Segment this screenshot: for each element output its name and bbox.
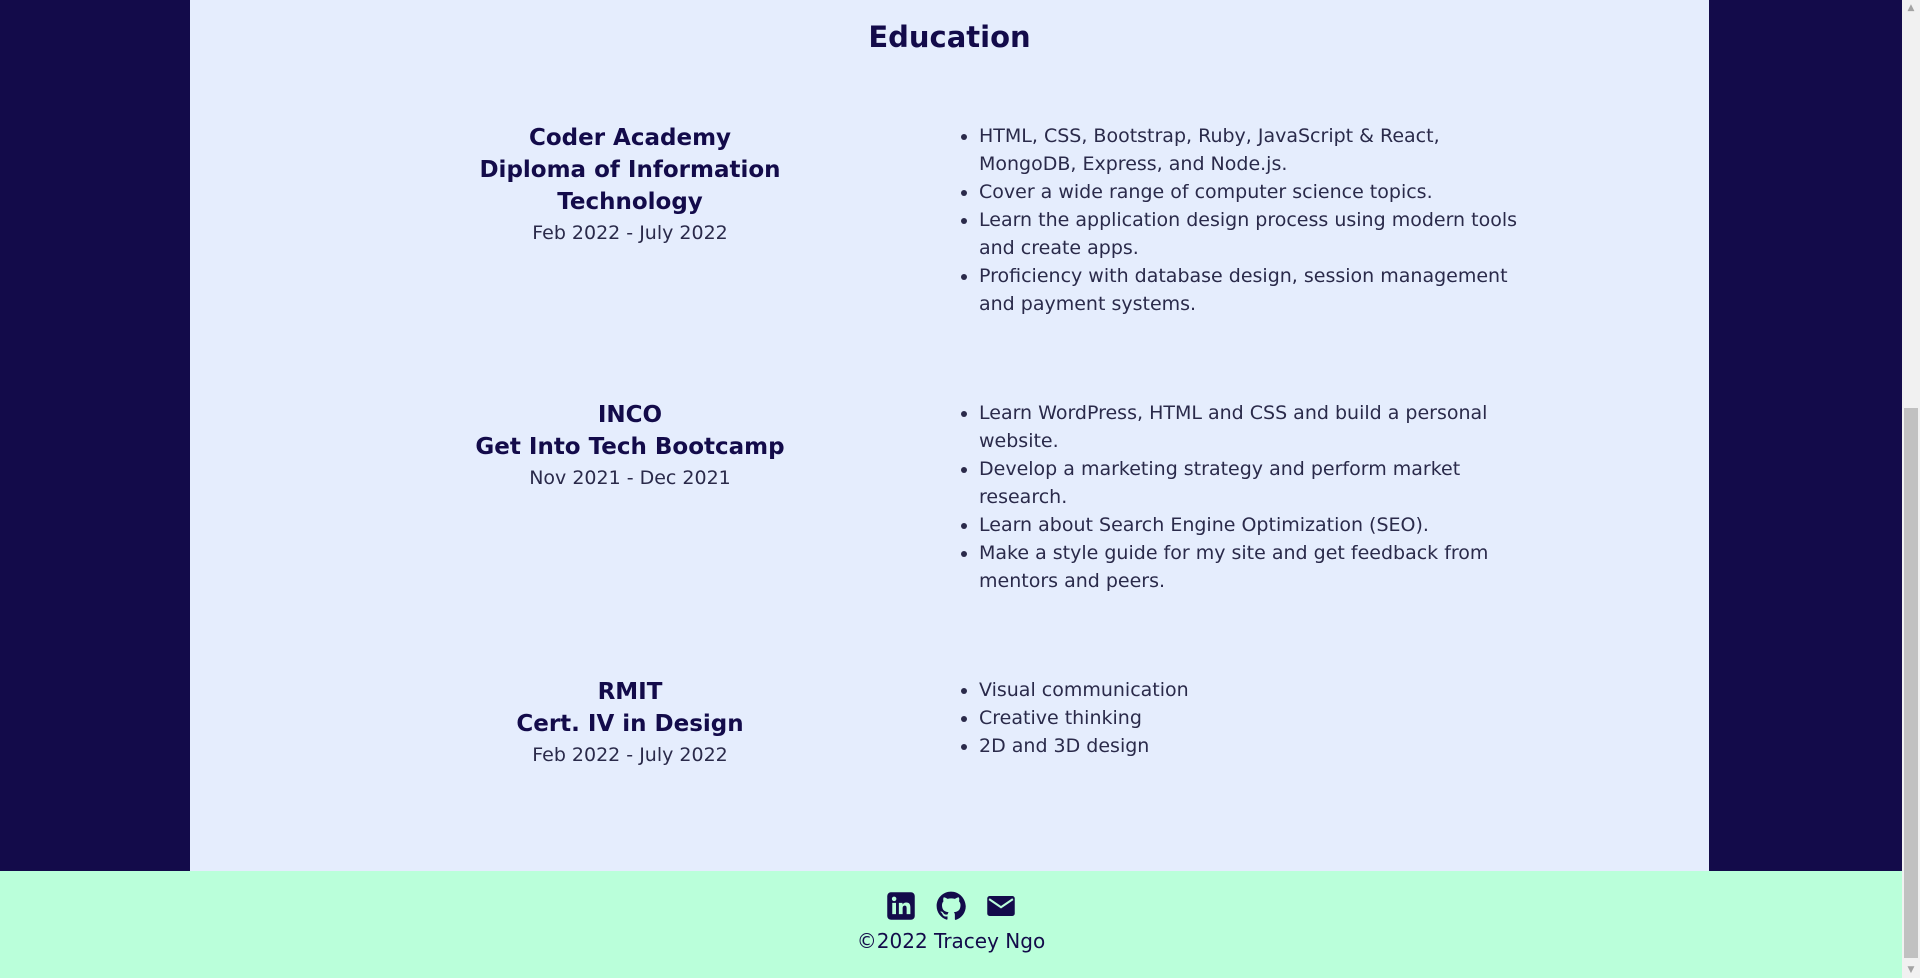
github-icon <box>936 891 966 920</box>
scroll-up-icon[interactable]: ▲ <box>1902 0 1920 16</box>
education-details: Visual communication Creative thinking 2… <box>957 676 1517 760</box>
list-item: Develop a marketing strategy and perform… <box>979 455 1517 511</box>
list-item: HTML, CSS, Bootstrap, Ruby, JavaScript &… <box>979 122 1517 178</box>
list-item: Learn WordPress, HTML and CSS and build … <box>979 399 1517 455</box>
course-name: Cert. IV in Design <box>516 711 744 737</box>
github-link[interactable] <box>936 891 966 921</box>
school-name: Coder Academy <box>528 125 732 151</box>
email-link[interactable] <box>986 891 1016 921</box>
list-item: 2D and 3D design <box>979 732 1517 760</box>
education-details: Learn WordPress, HTML and CSS and build … <box>957 399 1517 595</box>
page-viewport: Education Coder Academy Diploma of Infor… <box>0 0 1902 978</box>
scroll-down-icon[interactable]: ▼ <box>1902 962 1920 978</box>
education-details: HTML, CSS, Bootstrap, Ruby, JavaScript &… <box>957 122 1517 318</box>
course-name: Get Into Tech Bootcamp <box>475 434 785 460</box>
list-item: Learn about Search Engine Optimization (… <box>979 511 1517 539</box>
education-summary: Coder Academy Diploma of Information Tec… <box>410 122 850 248</box>
list-item: Cover a wide range of computer science t… <box>979 178 1517 206</box>
section-title: Education <box>868 20 1031 54</box>
education-summary: RMIT Cert. IV in Design Feb 2022 - July … <box>410 676 850 770</box>
copyright-text: ©2022 Tracey Ngo <box>856 929 1046 953</box>
social-links <box>0 891 1902 921</box>
footer: ©2022 Tracey Ngo <box>0 871 1902 978</box>
list-item: Proficiency with database design, sessio… <box>979 262 1517 318</box>
education-section: Education Coder Academy Diploma of Infor… <box>190 0 1709 871</box>
scrollbar-thumb[interactable] <box>1904 408 1918 958</box>
school-name: RMIT <box>597 679 663 705</box>
list-item: Visual communication <box>979 676 1517 704</box>
list-item: Learn the application design process usi… <box>979 206 1517 262</box>
date-range: Feb 2022 - July 2022 <box>532 744 728 766</box>
education-summary: INCO Get Into Tech Bootcamp Nov 2021 - D… <box>410 399 850 493</box>
details-list: Learn WordPress, HTML and CSS and build … <box>957 399 1517 595</box>
course-name: Diploma of Information Technology <box>479 157 781 215</box>
envelope-icon <box>987 896 1015 916</box>
list-item: Creative thinking <box>979 704 1517 732</box>
date-range: Feb 2022 - July 2022 <box>532 222 728 244</box>
school-name: INCO <box>597 402 663 428</box>
vertical-scrollbar[interactable]: ▲ ▼ <box>1902 0 1920 978</box>
linkedin-link[interactable] <box>886 891 916 921</box>
details-list: Visual communication Creative thinking 2… <box>957 676 1517 760</box>
list-item: Make a style guide for my site and get f… <box>979 539 1517 595</box>
linkedin-icon <box>887 892 915 920</box>
details-list: HTML, CSS, Bootstrap, Ruby, JavaScript &… <box>957 122 1517 318</box>
date-range: Nov 2021 - Dec 2021 <box>529 467 731 489</box>
